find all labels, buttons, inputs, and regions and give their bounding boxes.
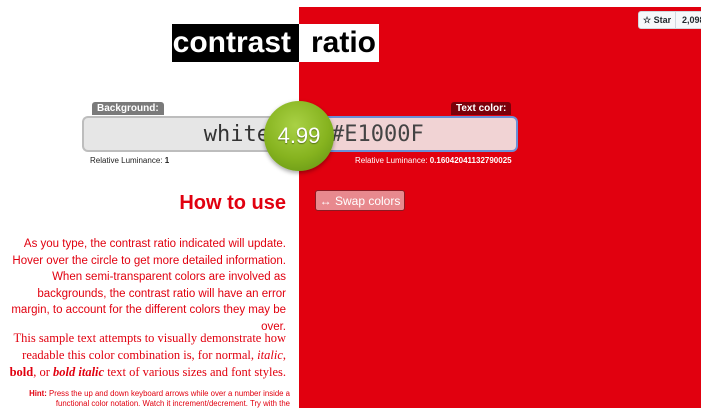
- hint-paragraph: Hint: Press the up and down keyboard arr…: [0, 389, 290, 409]
- background-luminance-label: Relative Luminance:: [90, 156, 163, 165]
- swap-arrows-icon: ↔: [319, 194, 332, 208]
- swap-colors-label: Swap colors: [334, 194, 401, 208]
- sample-italic: italic: [257, 348, 283, 362]
- sample-bold-italic: bold italic: [53, 365, 105, 379]
- sample-text-start: This sample text attempts to visually de…: [13, 331, 286, 362]
- text-color-luminance-label: Relative Luminance:: [355, 156, 428, 165]
- hint-text: Press the up and down keyboard arrows wh…: [49, 389, 290, 408]
- github-star-part[interactable]: ☆ Star: [639, 12, 677, 28]
- text-color-label: Text color:: [451, 102, 512, 115]
- logo-contrast: contrast: [172, 24, 299, 62]
- background-luminance: Relative Luminance: 1: [90, 156, 169, 165]
- star-icon: ☆: [643, 15, 652, 25]
- hint-label: Hint:: [29, 389, 47, 398]
- github-star-label: Star: [653, 15, 672, 25]
- swap-colors-button[interactable]: ↔ Swap colors: [315, 190, 405, 211]
- text-color-luminance-value: 0.16042041132790025: [429, 156, 512, 165]
- background-luminance-value: 1: [164, 156, 170, 165]
- instructions-paragraph: As you type, the contrast ratio indicate…: [11, 238, 286, 333]
- text-color-luminance: Relative Luminance: 0.16042041132790025: [355, 156, 512, 165]
- sample-or: , or: [33, 365, 50, 379]
- sample-bold: bold: [9, 365, 34, 379]
- how-to-use-heading: How to use: [179, 192, 286, 214]
- contrast-ratio-circle[interactable]: 4.99: [264, 101, 334, 171]
- background-label: Background:: [92, 102, 164, 115]
- logo-ratio: ratio: [299, 24, 379, 62]
- sample-text-end: text of various sizes and font styles.: [107, 365, 286, 379]
- sample-comma: ,: [282, 348, 286, 362]
- github-star-count[interactable]: 2,098: [679, 12, 701, 28]
- sample-text-paragraph: This sample text attempts to visually de…: [0, 330, 286, 381]
- github-star-button[interactable]: ☆ Star 2,098: [638, 11, 701, 29]
